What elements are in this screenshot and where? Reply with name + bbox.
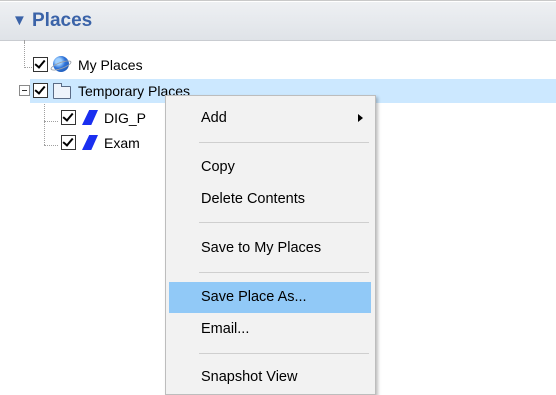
menu-item-label: Email... [201, 321, 250, 337]
tree-item-exam[interactable]: Exam [0, 131, 165, 155]
collapse-triangle-icon[interactable]: ▼ [12, 12, 27, 29]
menu-item-label: Delete Contents [201, 191, 305, 207]
tree-item-dig-p[interactable]: DIG_P [0, 106, 165, 130]
collapse-toggle-icon[interactable] [19, 85, 30, 96]
polygon-icon [82, 110, 98, 125]
menu-item-label: Snapshot View [201, 369, 298, 385]
top-divider [0, 0, 556, 1]
menu-separator [199, 353, 369, 354]
menu-item-copy[interactable]: Copy [169, 152, 371, 183]
menu-item-label: Save Place As... [201, 289, 307, 305]
menu-item-email[interactable]: Email... [169, 314, 371, 345]
temporary-places-checkbox[interactable] [33, 83, 48, 98]
my-places-checkbox[interactable] [33, 57, 48, 72]
tree-item-my-places[interactable]: My Places [0, 54, 556, 78]
menu-item-label: Add [201, 110, 227, 126]
globe-icon [53, 56, 69, 72]
menu-separator [199, 272, 369, 273]
context-menu: Add Copy Delete Contents Save to My Plac… [165, 95, 376, 395]
menu-item-delete-contents[interactable]: Delete Contents [169, 184, 371, 215]
polygon-icon [82, 135, 98, 150]
folder-icon [53, 83, 71, 99]
dig-p-checkbox[interactable] [61, 110, 76, 125]
menu-item-label: Save to My Places [201, 240, 322, 256]
tree-item-label: My Places [78, 57, 143, 73]
menu-separator [199, 222, 369, 223]
menu-separator [199, 142, 369, 143]
menu-item-snapshot-view[interactable]: Snapshot View [169, 362, 371, 393]
exam-checkbox[interactable] [61, 135, 76, 150]
menu-item-add[interactable]: Add [169, 103, 371, 134]
tree-item-label: Exam [104, 135, 140, 151]
menu-item-save-to-my-places[interactable]: Save to My Places [169, 233, 371, 264]
places-panel-header[interactable]: ▼ Places [0, 2, 556, 41]
submenu-arrow-icon [358, 114, 363, 122]
panel-title: Places [32, 10, 93, 31]
menu-item-label: Copy [201, 159, 235, 175]
tree-item-label: DIG_P [104, 110, 147, 126]
menu-item-save-place-as[interactable]: Save Place As... [169, 282, 371, 313]
